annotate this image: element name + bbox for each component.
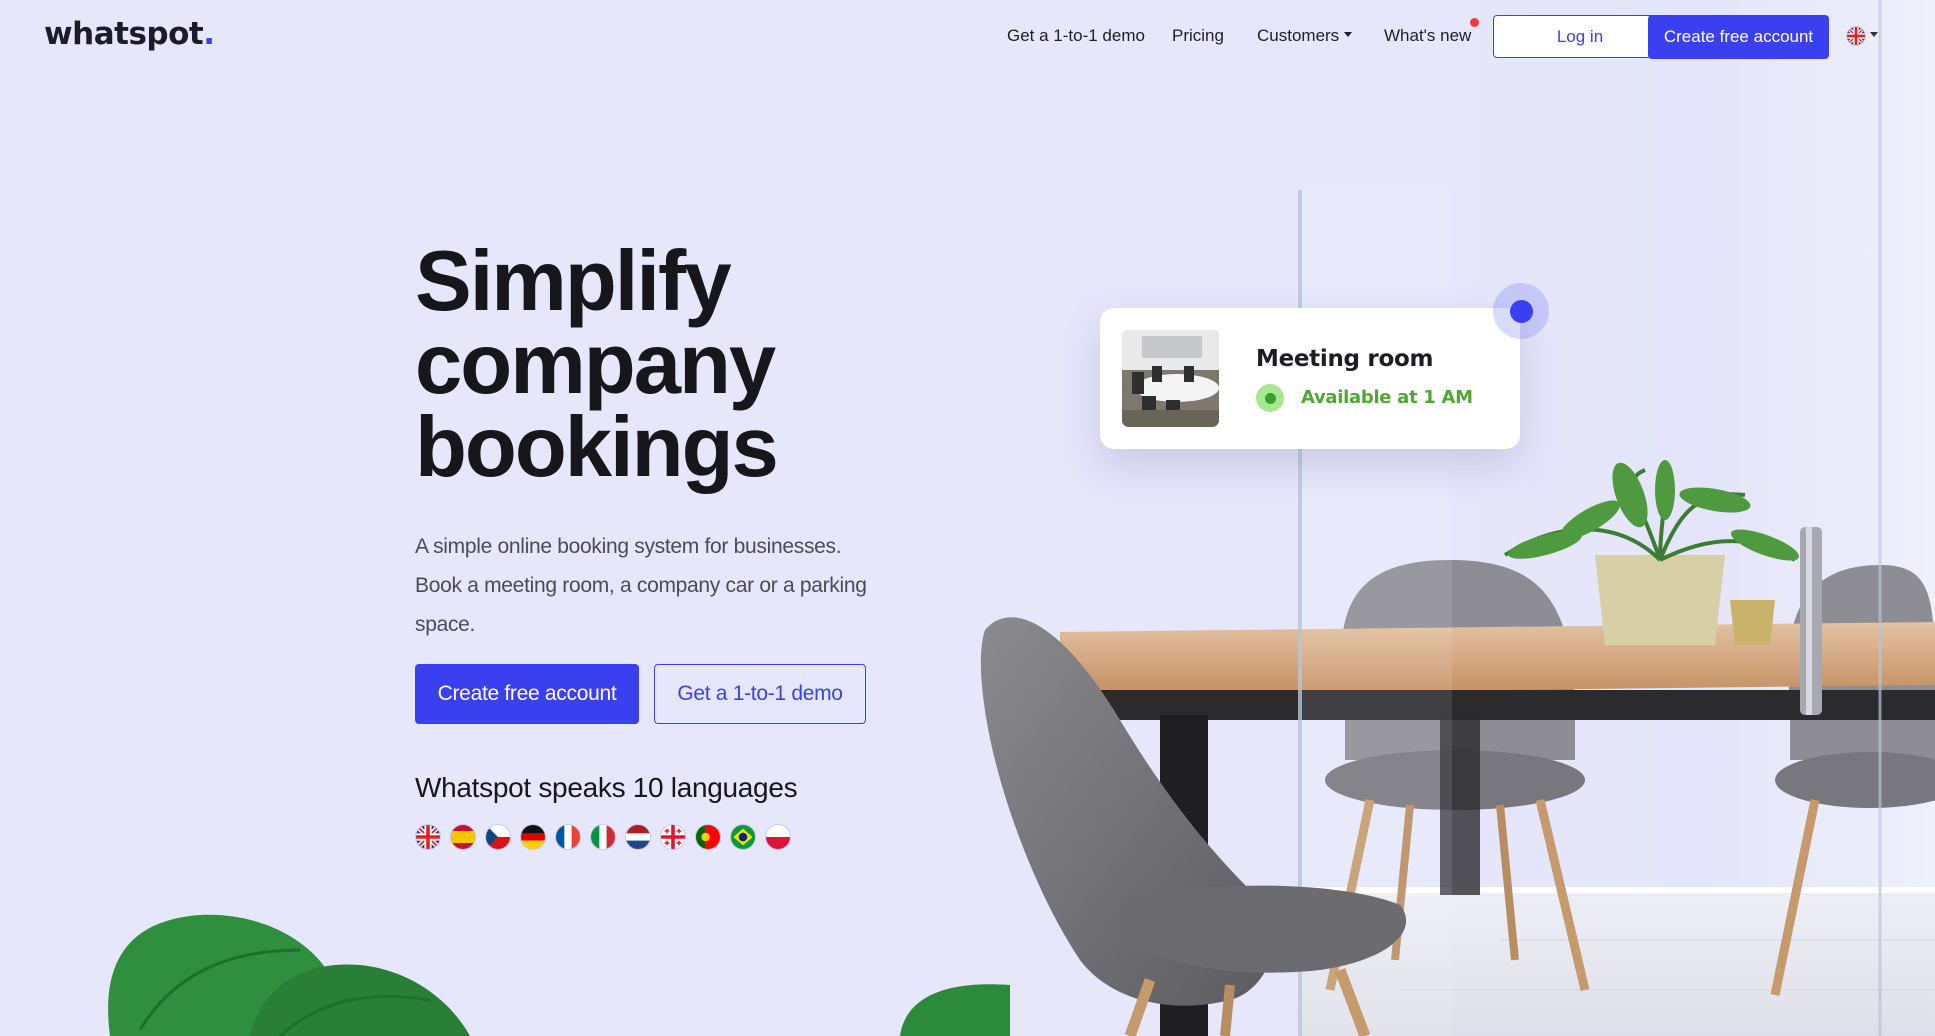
meeting-room-card[interactable]: Meeting room Available at 1 AM [1100, 308, 1520, 449]
poland-flag-icon[interactable] [765, 824, 791, 850]
portugal-flag-icon[interactable] [695, 824, 721, 850]
brazil-flag-icon[interactable] [730, 824, 756, 850]
create-account-button[interactable]: Create free account [415, 664, 639, 724]
spain-flag-icon[interactable] [450, 824, 476, 850]
hero-title-line: Simplify [415, 234, 732, 329]
whatspot-logo[interactable]: whatspot. [44, 16, 215, 52]
nav-pricing-link[interactable]: Pricing [1172, 26, 1224, 46]
chevron-down-icon [1870, 31, 1878, 37]
customers-label: Customers [1257, 26, 1340, 45]
language-flags [415, 824, 935, 850]
logo-dot: . [203, 16, 215, 52]
location-pin-icon [1493, 283, 1549, 339]
france-flag-icon[interactable] [555, 824, 581, 850]
cta-row: Create free account Get a 1-to-1 demo [415, 664, 935, 724]
hero-title: Simplify company bookings [415, 239, 935, 490]
hero-section: Simplify company bookings A simple onlin… [415, 239, 935, 850]
card-status-text: Available at 1 AM [1301, 387, 1473, 408]
nav-whats-new-link[interactable]: What's new [1384, 26, 1471, 46]
languages-heading: Whatspot speaks 10 languages [415, 772, 798, 803]
notification-dot [1470, 18, 1479, 27]
hero-office-illustration [108, 0, 1935, 1036]
meeting-room-thumbnail [1122, 330, 1219, 427]
uk-flag-icon[interactable] [415, 824, 441, 850]
available-status-icon [1256, 384, 1284, 412]
language-switcher[interactable] [1846, 26, 1878, 46]
book-demo-button[interactable]: Get a 1-to-1 demo [654, 664, 866, 724]
hero-subtitle: A simple online booking system for busin… [415, 535, 867, 636]
hero-title-line: bookings [415, 400, 779, 495]
login-button[interactable]: Log in [1493, 15, 1667, 58]
card-title: Meeting room [1256, 346, 1434, 372]
germany-flag-icon[interactable] [520, 824, 546, 850]
nav-demo-link[interactable]: Get a 1-to-1 demo [1007, 26, 1145, 46]
italy-flag-icon[interactable] [590, 824, 616, 850]
georgia-flag-icon[interactable] [660, 824, 686, 850]
hero-title-line: company [415, 317, 776, 412]
chevron-down-icon [1344, 32, 1353, 38]
netherlands-flag-icon[interactable] [625, 824, 651, 850]
nav-customers-dropdown[interactable]: Customers [1257, 26, 1353, 46]
monstera-plant [108, 914, 1010, 1036]
czech-flag-icon[interactable] [485, 824, 511, 850]
uk-flag-icon [1846, 26, 1866, 46]
nav-create-account-button[interactable]: Create free account [1648, 15, 1829, 59]
logo-text: whatspot [44, 16, 204, 52]
top-navigation: whatspot. Get a 1-to-1 demo Pricing Cust… [0, 0, 1935, 74]
